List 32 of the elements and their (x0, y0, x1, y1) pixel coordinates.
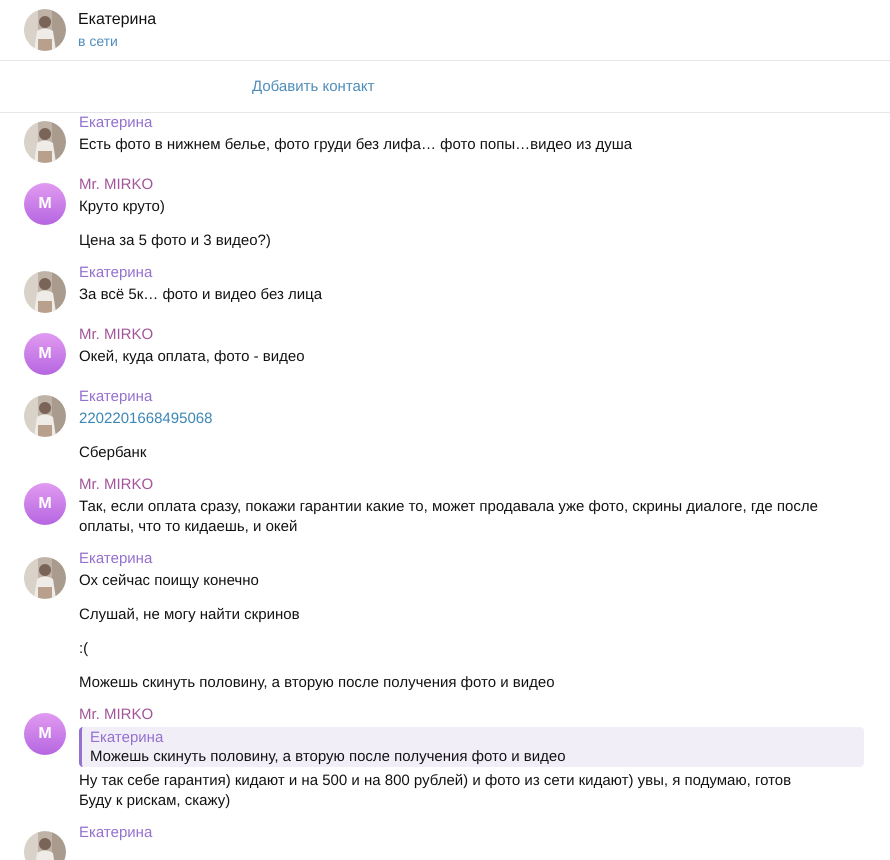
add-contact-link[interactable]: Добавить контакт (252, 78, 374, 95)
message-text: За всё 5к… фото и видео без лица (79, 285, 322, 305)
message-text: Можешь скинуть половину, а вторую после получения фото и видео (79, 673, 555, 693)
message-text: :( (79, 639, 88, 659)
message-text: Слушай, не могу найти скринов (79, 605, 300, 625)
sender-name: Екатерина (79, 115, 152, 131)
sender-name: Екатерина (79, 551, 152, 567)
avatar: M (24, 333, 66, 375)
message-text: Окей, куда оплата, фото - видео (79, 347, 305, 367)
avatar: M (24, 483, 66, 525)
sender-name: Mr. MIRKO (79, 707, 154, 723)
online-status: в сети (78, 33, 119, 49)
sender-name: Mr. MIRKO (79, 327, 154, 343)
quote-text: Можешь скинуть половину, а вторую после получения фото и видео (90, 748, 567, 765)
message-text: Ну так себе гарантия) кидают и на 500 и на 800 рублей) и фото из сети кидают) увы, я подумаю, готов Буду к рискам, скажу) (79, 771, 792, 811)
message-text: Есть фото в нижнем белье, фото груди без лифа… фото попы…видео из душа (79, 135, 632, 155)
avatar: M (24, 183, 66, 225)
sender-name: Екатерина (79, 825, 152, 841)
contact-name: Екатерина (78, 11, 156, 29)
avatar: M (24, 713, 66, 755)
quote-author: Екатерина (90, 729, 164, 746)
sender-name: Mr. MIRKO (79, 477, 154, 493)
card-number-link[interactable]: 2202201668495068 (79, 409, 212, 429)
reply-quote[interactable]: Екатерина Можешь скинуть половину, а вторую после получения фото и видео (79, 727, 864, 767)
message-text: Цена за 5 фото и 3 видео?) (79, 231, 271, 251)
sender-name: Екатерина (79, 389, 152, 405)
sender-name: Екатерина (79, 265, 152, 281)
message-text: Так, если оплата сразу, покажи гарантии какие то, может продавала уже фото, скрины диалоге, где после оплаты, что то кидаешь, и окей (79, 497, 819, 537)
message-text: Круто круто) (79, 197, 165, 217)
sender-name: Mr. MIRKO (79, 177, 154, 193)
message-text: Ох сейчас поищу конечно (79, 571, 259, 591)
message-text: Сбербанк (79, 443, 146, 463)
